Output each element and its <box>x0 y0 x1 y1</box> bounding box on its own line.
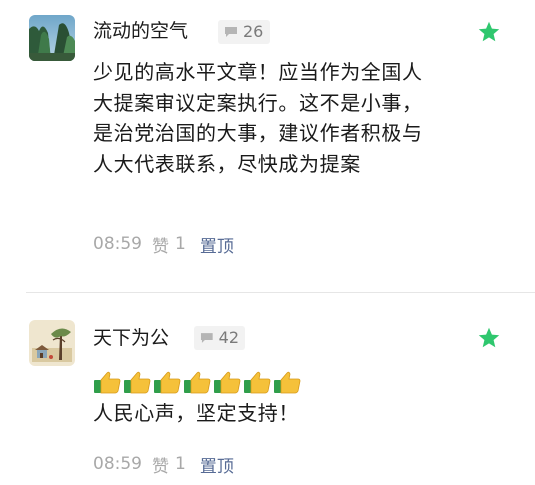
thumbs-up-icon <box>244 371 271 394</box>
like-count: 1 <box>175 234 186 254</box>
like-count: 1 <box>175 454 186 474</box>
comment-content: 人民心声，坚定支持！ <box>93 401 299 425</box>
thumbs-up-icon <box>94 371 121 394</box>
like-button[interactable]: 赞 <box>152 452 169 477</box>
reply-count: 42 <box>218 328 239 347</box>
nickname[interactable]: 天下为公 <box>93 326 169 350</box>
star-icon[interactable] <box>477 20 501 44</box>
thumbs-up-icon <box>214 371 241 394</box>
pin-button[interactable]: 置顶 <box>200 452 234 477</box>
nickname[interactable]: 流动的空气 <box>93 19 188 43</box>
thumbs-up-icon <box>184 371 211 394</box>
divider <box>26 292 535 293</box>
timestamp: 08:59 <box>93 234 142 254</box>
comment-content: 少见的高水平文章！应当作为全国人大提案审议定案执行。这不是小事，是治党治国的大事… <box>93 60 423 176</box>
thumbs-up-emoji-row <box>93 370 303 394</box>
avatar[interactable] <box>29 320 75 366</box>
reply-count: 26 <box>243 22 264 41</box>
comment-bubble-icon <box>200 333 213 343</box>
avatar-landscape-image <box>29 15 75 61</box>
thumbs-up-icon <box>124 371 151 394</box>
comment-bubble-icon <box>225 27 237 37</box>
reply-count-badge[interactable]: 26 <box>218 20 270 44</box>
star-icon[interactable] <box>477 326 501 350</box>
comment-meta: 08:59 赞 1 置顶 <box>93 232 234 257</box>
timestamp: 08:59 <box>93 454 142 474</box>
thumbs-up-icon <box>274 371 301 394</box>
avatar[interactable] <box>29 15 75 61</box>
like-button[interactable]: 赞 <box>152 232 169 257</box>
comment-meta: 08:59 赞 1 置顶 <box>93 452 234 477</box>
pin-button[interactable]: 置顶 <box>200 232 234 257</box>
avatar-painting-image <box>29 320 75 366</box>
thumbs-up-icon <box>154 371 181 394</box>
comment-item: 天下为公 42 人民心声，坚定支持！ 08:59 赞 1 置顶 <box>0 296 535 485</box>
reply-count-badge[interactable]: 42 <box>194 326 245 350</box>
comment-item: 流动的空气 26 少见的高水平文章！应当作为全国人大提案审议定案执行。这不是小事… <box>0 0 535 290</box>
